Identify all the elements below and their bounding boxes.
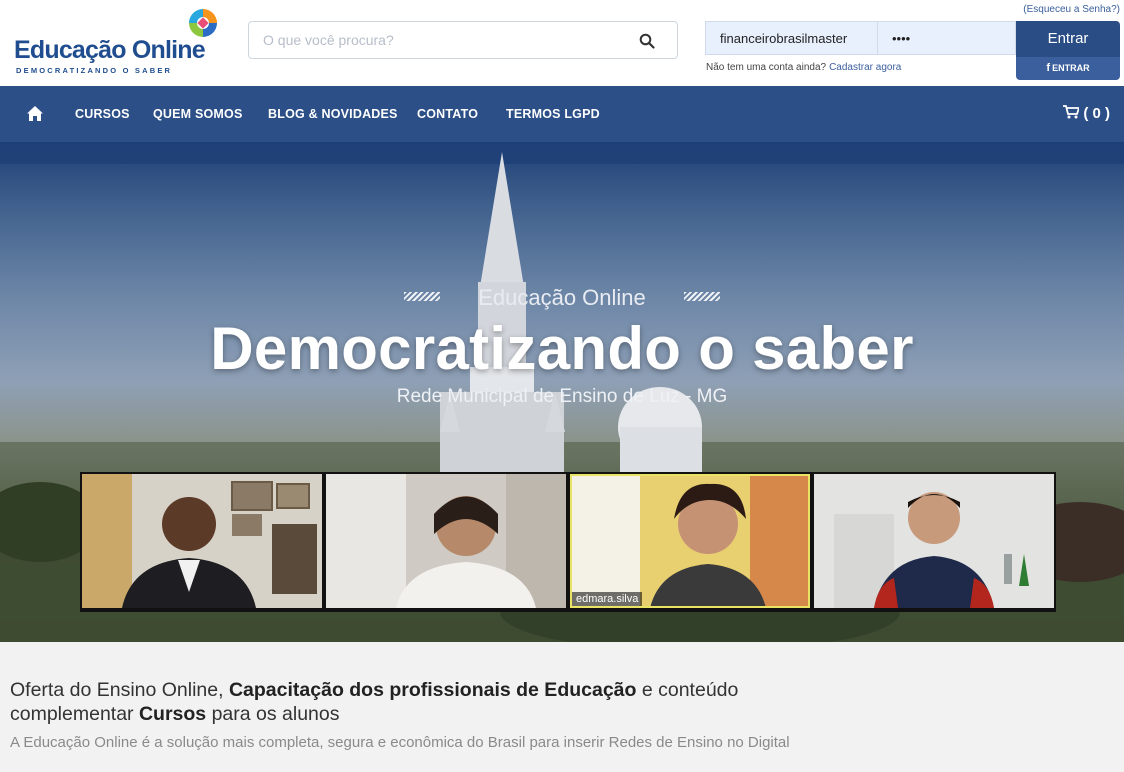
nav-item-termos-lgpd[interactable]: TERMOS LGPD: [506, 86, 600, 142]
intro-section: Oferta do Ensino Online, Capacitação dos…: [0, 642, 1124, 772]
nav-item-quem-somos[interactable]: QUEM SOMOS: [153, 86, 243, 142]
intro-headline: Oferta do Ensino Online, Capacitação dos…: [10, 678, 810, 726]
participant-video: [570, 474, 810, 608]
participant-video: [326, 474, 566, 608]
logo-ring-icon: [189, 9, 217, 37]
intro-headline-bold: Cursos: [138, 703, 207, 725]
login-button[interactable]: Entrar: [1016, 21, 1120, 57]
nav-item-blog[interactable]: BLOG & NOVIDADES: [268, 86, 398, 142]
home-icon[interactable]: [26, 105, 44, 122]
kicker-decoration-right: [683, 292, 720, 301]
facebook-login-button[interactable]: f ENTRAR: [1016, 57, 1120, 80]
facebook-login-label: ENTRAR: [1052, 63, 1090, 73]
top-bar: Educação Online DEMOCRATIZANDO O SABER (…: [0, 0, 1124, 86]
hero-title: Democratizando o saber: [210, 315, 914, 382]
video-call-strip: edmara.silva: [80, 472, 1056, 612]
username-input[interactable]: [718, 30, 872, 47]
video-tile: [814, 474, 1054, 608]
search-icon[interactable]: [639, 33, 655, 49]
search-bar: [248, 21, 678, 59]
cart-count: ( 0 ): [1083, 105, 1110, 122]
participant-name-label: edmara.silva: [572, 592, 643, 606]
cart-icon: [1063, 105, 1080, 119]
video-tile-active: edmara.silva: [570, 474, 810, 608]
register-link[interactable]: Cadastrar agora: [829, 62, 901, 73]
register-prompt: Não tem uma conta ainda? Cadastrar agora: [706, 62, 901, 73]
video-tile: [326, 474, 566, 608]
intro-headline-text: para os alunos: [206, 703, 340, 725]
nav-item-contato[interactable]: CONTATO: [417, 86, 478, 142]
nav-item-cursos[interactable]: CURSOS: [75, 86, 130, 142]
logo-text: Educação Online: [14, 36, 206, 64]
hero-kicker: Educação Online: [0, 285, 1124, 311]
username-field-wrapper: [705, 21, 878, 55]
forgot-password-link[interactable]: (Esqueceu a Senha?): [1023, 4, 1120, 15]
password-input[interactable]: [890, 30, 1004, 47]
participant-video: [814, 474, 1054, 608]
site-logo[interactable]: Educação Online DEMOCRATIZANDO O SABER: [14, 6, 224, 78]
kicker-decoration-left: [404, 292, 441, 301]
video-tile: [82, 474, 322, 608]
participant-video: [82, 474, 322, 608]
no-account-text: Não tem uma conta ainda?: [706, 62, 827, 73]
intro-headline-bold: Capacitação dos profissionais de Educaçã…: [228, 679, 637, 701]
intro-description: A Educação Online é a solução mais compl…: [10, 734, 790, 751]
hero-banner: Educação Online Democratizando o saber R…: [0, 142, 1124, 642]
hero-kicker-text: Educação Online: [478, 285, 646, 310]
search-input[interactable]: [261, 31, 625, 49]
logo-tagline: DEMOCRATIZANDO O SABER: [16, 66, 173, 75]
hero-subtitle: Rede Municipal de Ensino de Luz - MG: [396, 386, 728, 407]
facebook-icon: f: [1046, 62, 1051, 74]
intro-headline-text: Oferta do Ensino Online,: [10, 679, 229, 701]
cart-button[interactable]: ( 0 ): [1063, 86, 1110, 142]
password-field-wrapper: [878, 21, 1016, 55]
main-nav: CURSOS QUEM SOMOS BLOG & NOVIDADES CONTA…: [0, 86, 1124, 142]
